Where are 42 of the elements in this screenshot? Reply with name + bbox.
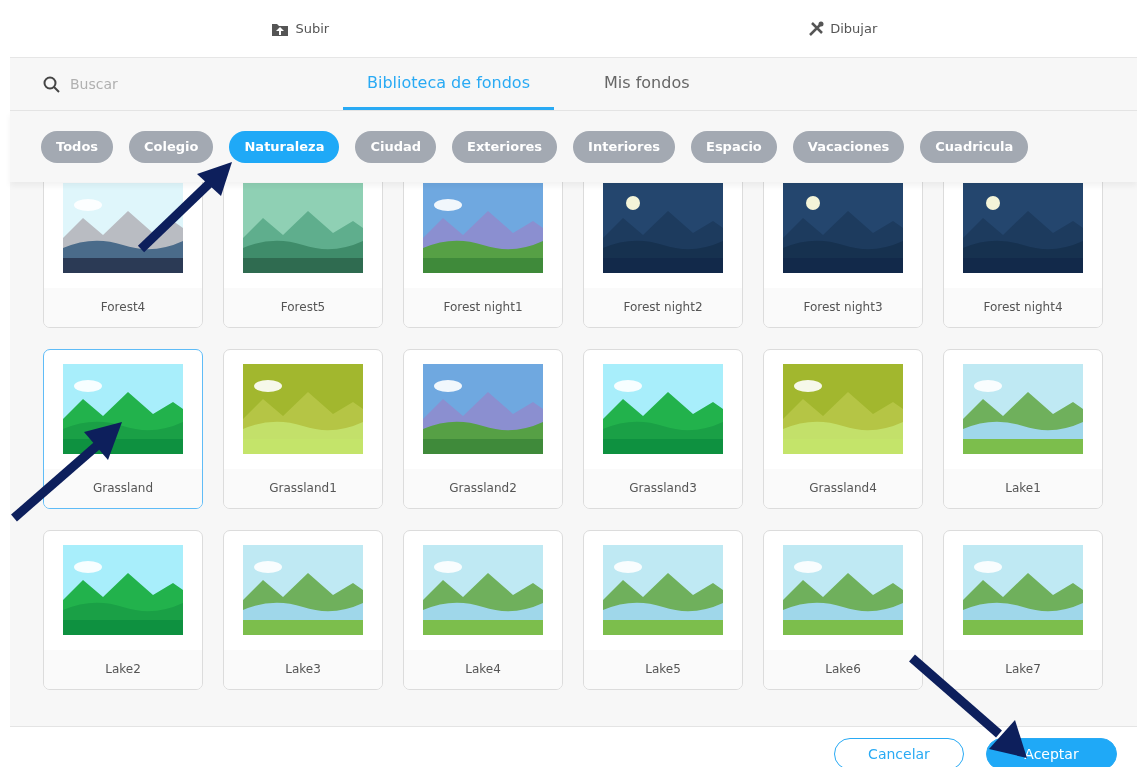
tab[interactable]: Mis fondos [580,58,714,110]
background-card[interactable]: Grassland [43,349,203,509]
background-card[interactable]: Lake3 [223,530,383,690]
background-name: Forest night1 [443,300,523,315]
background-card[interactable]: Grassland1 [223,349,383,509]
background-card[interactable]: Forest night3 [763,182,923,328]
background-card[interactable]: Lake2 [43,530,203,690]
background-card[interactable]: Lake5 [583,530,743,690]
background-name: Lake4 [465,662,501,677]
background-name: Lake6 [825,662,861,677]
background-name: Forest night3 [803,300,883,315]
background-name: Forest4 [100,300,146,315]
background-name: Forest night4 [983,300,1063,315]
background-card[interactable]: Forest4 [43,182,203,328]
background-name: Grassland3 [629,481,697,496]
background-name: Lake1 [1005,481,1041,496]
background-card[interactable]: Forest night2 [583,182,743,328]
background-name: Grassland [93,481,153,496]
background-name: Forest night2 [623,300,703,315]
upload-button[interactable]: Subir [265,16,336,41]
background-card[interactable]: Forest5 [223,182,383,328]
search-icon [43,75,60,93]
background-card[interactable]: Forest night4 [943,182,1103,328]
background-name: Forest5 [280,300,326,315]
background-card[interactable]: Lake4 [403,530,563,690]
background-card[interactable]: Lake7 [943,530,1103,690]
background-name: Lake5 [645,662,681,677]
background-name: Lake3 [285,662,321,677]
background-card[interactable]: Lake6 [763,530,923,690]
background-card[interactable]: Grassland2 [403,349,563,509]
background-name: Lake2 [105,662,141,677]
background-card[interactable]: Grassland3 [583,349,743,509]
search-field[interactable]: Buscar [68,75,222,93]
background-name: Grassland4 [809,481,877,496]
background-name: Lake7 [1005,662,1041,677]
tools-icon [808,20,825,37]
draw-button[interactable]: Dibujar [802,16,884,41]
background-name: Grassland1 [269,481,337,496]
background-card[interactable]: Forest night1 [403,182,563,328]
background-name: Grassland2 [449,481,517,496]
background-card[interactable]: Grassland4 [763,349,923,509]
background-card[interactable]: Lake1 [943,349,1103,509]
